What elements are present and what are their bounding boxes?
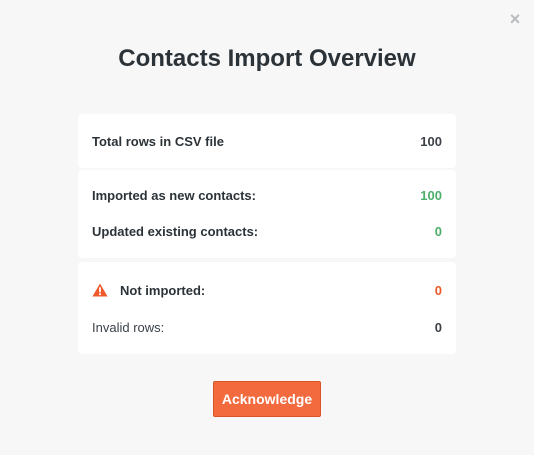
acknowledge-button[interactable]: Acknowledge [213,381,321,417]
updated-existing-row: Updated existing contacts: 0 [92,221,442,241]
total-rows-label: Total rows in CSV file [92,133,224,149]
updated-existing-label: Updated existing contacts: [92,223,259,239]
warning-icon [92,283,108,297]
total-rows-row: Total rows in CSV file 100 [92,131,442,151]
modal-title: Contacts Import Overview [118,45,416,72]
not-imported-label-wrap: Not imported: [92,283,205,298]
imported-new-row: Imported as new contacts: 100 [92,185,442,205]
total-rows-card: Total rows in CSV file 100 [78,114,456,168]
not-imported-value: 0 [434,282,442,298]
updated-existing-value: 0 [434,223,442,239]
not-imported-card: Not imported: 0 Invalid rows: 0 [78,262,456,354]
import-overview-modal: × Contacts Import Overview Total rows in… [0,0,534,455]
close-icon[interactable]: × [508,10,522,28]
total-rows-value: 100 [420,133,442,149]
imported-new-label: Imported as new contacts: [92,187,256,203]
not-imported-row: Not imported: 0 [92,280,442,300]
invalid-rows-row: Invalid rows: 0 [92,317,442,337]
invalid-rows-value: 0 [434,319,442,335]
imported-card: Imported as new contacts: 100 Updated ex… [78,170,456,258]
invalid-rows-label: Invalid rows: [92,319,165,335]
imported-new-value: 100 [420,187,442,203]
not-imported-label: Not imported: [120,282,206,298]
